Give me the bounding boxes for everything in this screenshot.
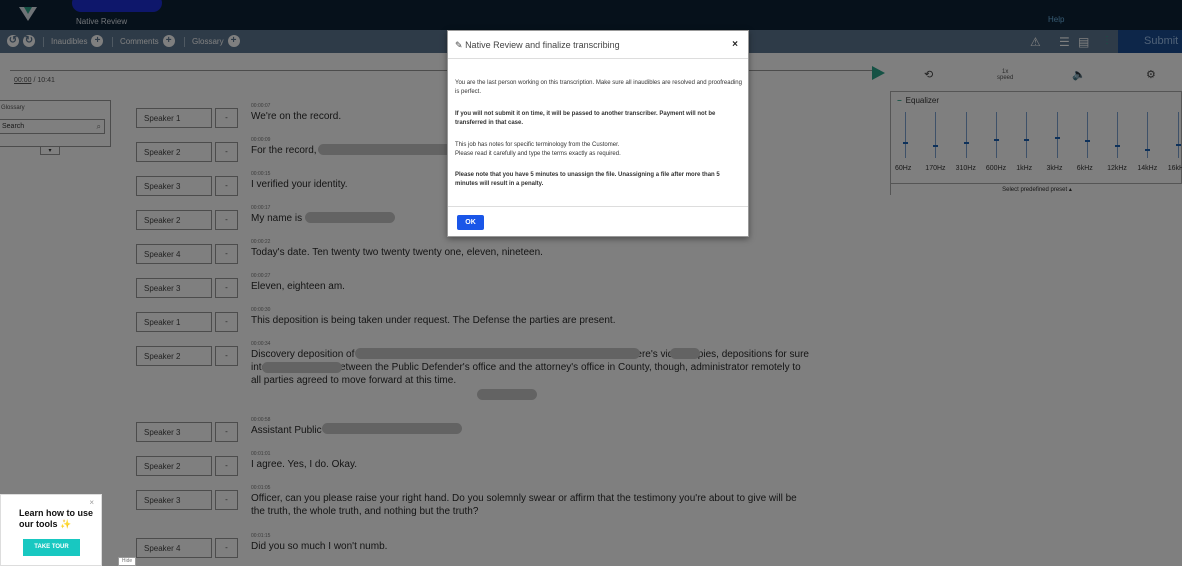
modal-paragraph: You are the last person working on this … [455,80,742,95]
modal-title: ✎ Native Review and finalize transcribin… [455,40,620,51]
close-icon[interactable]: × [732,39,738,50]
modal-notes-line: This job has notes for specific terminol… [455,142,620,148]
close-icon[interactable]: × [89,498,94,507]
ok-button[interactable]: OK [457,215,484,230]
finalize-modal: ✎ Native Review and finalize transcribin… [447,30,749,237]
modal-footer-divider [448,206,748,207]
tour-text: Learn how to use our tools ✨ [19,508,94,529]
take-tour-button[interactable]: TAKE TOUR [23,539,80,556]
edit-icon: ✎ [455,40,463,50]
modal-penalty-paragraph: Please note that you have 5 minutes to u… [455,172,720,187]
modal-warning-paragraph: If you will not submit it on time, it wi… [455,111,716,126]
modal-title-text: Native Review and finalize transcribing [465,40,620,50]
hide-tab[interactable]: Hide [118,557,136,566]
modal-notes-line: Please read it carefully and type the te… [455,151,621,157]
modal-header: ✎ Native Review and finalize transcribin… [448,31,748,59]
tour-card: × Learn how to use our tools ✨ TAKE TOUR [0,494,102,566]
